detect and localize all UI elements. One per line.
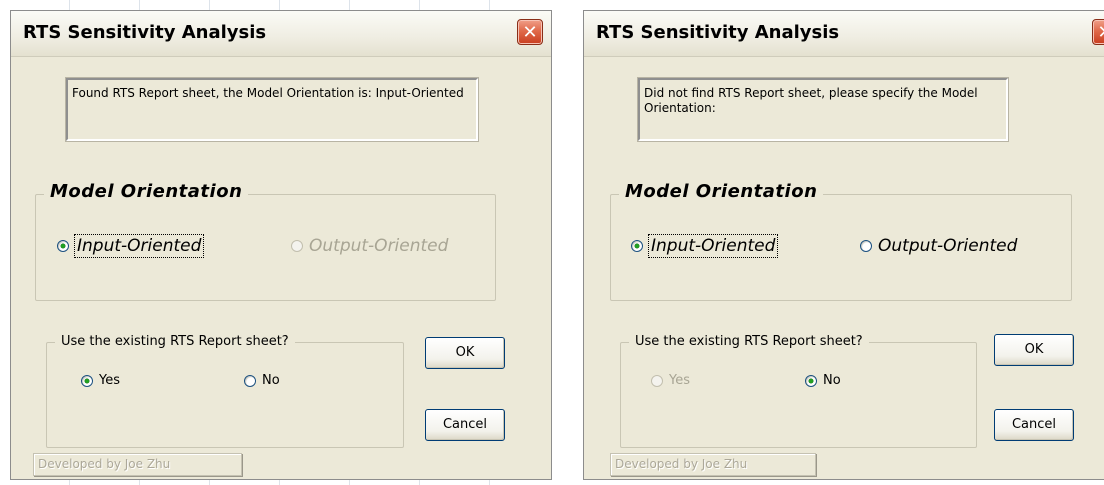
ok-button[interactable]: OK (994, 334, 1074, 366)
rts-dialog-found: RTS Sensitivity Analysis ✕ Found RTS Rep… (10, 10, 552, 480)
developed-by-button[interactable]: Developed by Joe Zhu (33, 453, 242, 476)
cancel-button[interactable]: Cancel (994, 409, 1074, 441)
rts-dialog-not-found: RTS Sensitivity Analysis ✕ Did not find … (583, 10, 1104, 480)
close-icon: ✕ (1097, 22, 1104, 43)
radio-no-label: No (823, 373, 841, 388)
radio-button-icon (805, 374, 817, 387)
close-button[interactable]: ✕ (1092, 19, 1104, 45)
model-orientation-group: Model Orientation Input-Oriented Output-… (610, 181, 1072, 301)
title-bar[interactable]: RTS Sensitivity Analysis ✕ (11, 11, 551, 57)
radio-yes-label: Yes (99, 373, 120, 388)
radio-output-oriented-label: Output-Oriented (878, 236, 1018, 256)
radio-button-icon (57, 240, 69, 252)
radio-no-label: No (262, 373, 280, 388)
radio-output-oriented-label: Output-Oriented (309, 236, 449, 256)
ok-button[interactable]: OK (425, 337, 505, 369)
radio-button-icon (860, 240, 872, 252)
model-orientation-label: Model Orientation (44, 181, 249, 202)
dialog-title: RTS Sensitivity Analysis (596, 22, 840, 43)
dialog-title: RTS Sensitivity Analysis (23, 22, 267, 43)
radio-output-oriented[interactable]: Output-Oriented (860, 236, 1017, 256)
use-existing-label: Use the existing RTS Report sheet? (55, 334, 295, 349)
radio-button-icon (244, 374, 256, 387)
radio-button-icon (631, 240, 643, 252)
cancel-button[interactable]: Cancel (425, 409, 505, 441)
radio-no[interactable]: No (805, 373, 841, 388)
close-button[interactable]: ✕ (517, 19, 543, 45)
radio-input-oriented[interactable]: Input-Oriented (631, 234, 779, 258)
radio-input-oriented-label: Input-Oriented (73, 234, 205, 258)
model-orientation-group: Model Orientation Input-Oriented Output-… (35, 181, 496, 301)
use-existing-label: Use the existing RTS Report sheet? (629, 334, 869, 349)
radio-button-icon (651, 374, 663, 387)
radio-button-icon (81, 374, 93, 387)
radio-yes[interactable]: Yes (81, 373, 120, 388)
radio-no[interactable]: No (244, 373, 280, 388)
radio-input-oriented-label: Input-Oriented (647, 234, 779, 258)
title-bar[interactable]: RTS Sensitivity Analysis ✕ (584, 11, 1104, 57)
close-icon: ✕ (522, 22, 538, 43)
radio-yes-label: Yes (669, 373, 690, 388)
radio-input-oriented[interactable]: Input-Oriented (57, 234, 205, 258)
developed-by-button[interactable]: Developed by Joe Zhu (610, 453, 816, 476)
status-message: Found RTS Report sheet, the Model Orient… (65, 77, 479, 142)
radio-yes[interactable]: Yes (651, 373, 690, 388)
use-existing-group: Use the existing RTS Report sheet? Yes N… (620, 334, 977, 448)
radio-button-icon (291, 240, 303, 252)
status-message: Did not find RTS Report sheet, please sp… (637, 77, 1009, 142)
model-orientation-label: Model Orientation (619, 181, 824, 202)
radio-output-oriented[interactable]: Output-Oriented (291, 236, 448, 256)
use-existing-group: Use the existing RTS Report sheet? Yes N… (46, 334, 404, 448)
